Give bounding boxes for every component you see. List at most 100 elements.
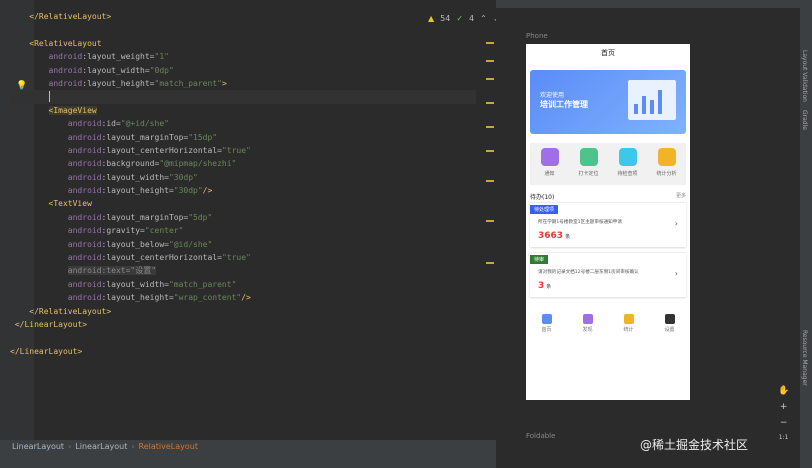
code-token: android	[48, 78, 83, 88]
stripe-mark[interactable]	[486, 102, 494, 104]
quick-action-item[interactable]: 待检查项	[608, 143, 647, 185]
code-area[interactable]: </RelativeLayout> <RelativeLayout androi…	[10, 10, 476, 358]
stripe-mark[interactable]	[486, 126, 494, 128]
code-line[interactable]	[10, 90, 476, 104]
code-token: "@mipmap/shezhi"	[159, 159, 237, 169]
todo-card[interactable]: 待审 请对我的记录文档12号楼二层东侧1房间审核确认 3 条 ›	[530, 252, 686, 297]
chevron-up-icon[interactable]: ⌃	[480, 14, 487, 23]
tool-tab[interactable]: Gradle	[801, 110, 808, 130]
device-label: Phone	[526, 32, 548, 40]
inspections-widget[interactable]: ▲ 54 ✓ 4 ⌃ ⌄	[428, 14, 500, 23]
stripe-mark[interactable]	[486, 180, 494, 182]
code-line[interactable]: </RelativeLayout>	[10, 10, 476, 23]
code-line[interactable]: android:gravity="center"	[10, 224, 476, 237]
code-token: "match_parent"	[168, 279, 237, 289]
banner[interactable]: 欢迎使用 培训工作管理	[530, 70, 686, 134]
code-token: :layout_marginTop=	[101, 212, 189, 222]
stripe-mark[interactable]	[486, 150, 494, 152]
code-token: <RelativeLayout	[29, 38, 102, 48]
error-stripe[interactable]	[486, 30, 496, 430]
stripe-mark[interactable]	[486, 42, 494, 44]
quick-action-item[interactable]: 通知	[530, 143, 569, 185]
tool-tab[interactable]: Resource Manager	[801, 330, 808, 386]
code-line[interactable]: <ImageView	[10, 104, 476, 117]
code-line[interactable]: android:layout_centerHorizontal="true"	[10, 251, 476, 264]
code-token: "0dp"	[149, 65, 174, 75]
code-line[interactable]: android:text="设置"	[10, 264, 476, 277]
code-line[interactable]: android:layout_width="30dp"	[10, 171, 476, 184]
chevron-right-icon: ›	[674, 269, 678, 278]
card-count-value: 3663	[538, 231, 564, 241]
code-token: <TextView	[48, 199, 92, 209]
phone-preview[interactable]: 首页 欢迎使用 培训工作管理 通知 打卡定位 待检查项 统计分析 待办(10) 更多 …	[526, 44, 690, 400]
zoom-reset-button[interactable]: 1:1	[779, 434, 789, 441]
zoom-out-button[interactable]: −	[780, 418, 788, 428]
code-line[interactable]: android:layout_weight="1"	[10, 50, 476, 63]
zoom-in-button[interactable]: +	[780, 402, 788, 412]
quick-action-label: 统计分析	[656, 171, 677, 177]
code-line[interactable]: android:layout_height="match_parent">	[10, 77, 476, 90]
code-line[interactable]: android:layout_height="30dp"/>	[10, 184, 476, 197]
quick-action-item[interactable]: 打卡定位	[569, 143, 608, 185]
breadcrumb-separator: ›	[131, 442, 135, 451]
todo-card[interactable]: 待处理项 所在学期1号楼教室1区主题审核通知申请 3663 条 ›	[530, 202, 686, 247]
design-toolbar[interactable]	[496, 0, 800, 8]
code-token: :layout_below=	[101, 239, 169, 249]
nav-item[interactable]: 统计	[608, 314, 649, 340]
code-line[interactable]: android:background="@mipmap/shezhi"	[10, 157, 476, 170]
code-token: "30dp"	[168, 172, 198, 182]
stripe-mark[interactable]	[486, 60, 494, 62]
text-caret	[48, 91, 50, 103]
code-line[interactable]: android:layout_marginTop="15dp"	[10, 131, 476, 144]
code-token: android:text=	[67, 266, 131, 276]
tool-tab[interactable]: Layout Validation	[801, 50, 808, 102]
quick-action-item[interactable]: 统计分析	[647, 143, 686, 185]
code-line[interactable]: android:layout_centerHorizontal="true"	[10, 144, 476, 157]
code-line[interactable]: </LinearLayout>	[10, 318, 476, 331]
code-line[interactable]: </LinearLayout>	[10, 345, 476, 358]
nav-item[interactable]: 首页	[526, 314, 567, 340]
code-line[interactable]: android:id="@+id/she"	[10, 117, 476, 130]
code-line[interactable]	[10, 331, 476, 344]
nav-item[interactable]: 设置	[649, 314, 690, 340]
code-line[interactable]: android:layout_width="match_parent"	[10, 278, 476, 291]
nav-label: 统计	[623, 327, 634, 333]
code-line[interactable]: android:layout_below="@id/she"	[10, 238, 476, 251]
code-line[interactable]	[10, 23, 476, 36]
code-line[interactable]: </RelativeLayout>	[10, 305, 476, 318]
illustration-bar	[642, 96, 646, 114]
watermark: @稀土掘金技术社区	[640, 438, 749, 452]
breadcrumb-item[interactable]: LinearLayout	[12, 442, 64, 451]
code-line[interactable]: android:layout_width="0dp"	[10, 64, 476, 77]
code-editor[interactable]: 💡 </RelativeLayout> <RelativeLayout andr…	[0, 0, 500, 440]
code-line[interactable]: <RelativeLayout	[10, 37, 476, 50]
breadcrumb: LinearLayout › LinearLayout › RelativeLayout	[0, 440, 496, 454]
stripe-mark[interactable]	[486, 220, 494, 222]
code-token: :layout_weight=	[82, 52, 155, 62]
code-token: </RelativeLayout>	[29, 306, 112, 316]
code-line[interactable]: <TextView	[10, 197, 476, 210]
todo-more-link[interactable]: 更多	[676, 192, 686, 199]
stripe-mark[interactable]	[486, 78, 494, 80]
design-preview-pane[interactable]: Phone 首页 欢迎使用 培训工作管理 通知 打卡定位 待检查项 统计分析 待办(1…	[496, 0, 800, 468]
breadcrumb-item[interactable]: LinearLayout	[75, 442, 127, 451]
code-line[interactable]: android:layout_marginTop="5dp"	[10, 211, 476, 224]
nav-item[interactable]: 发现	[567, 314, 608, 340]
code-token: />	[241, 293, 251, 303]
code-token: "1"	[154, 52, 169, 62]
breadcrumb-item[interactable]: RelativeLayout	[139, 442, 198, 451]
code-token: android	[67, 253, 102, 263]
code-token: android	[67, 226, 102, 236]
code-line[interactable]: android:layout_height="wrap_content"/>	[10, 291, 476, 304]
pan-hand-icon[interactable]: ✋	[778, 386, 789, 396]
stripe-mark[interactable]	[486, 262, 494, 264]
